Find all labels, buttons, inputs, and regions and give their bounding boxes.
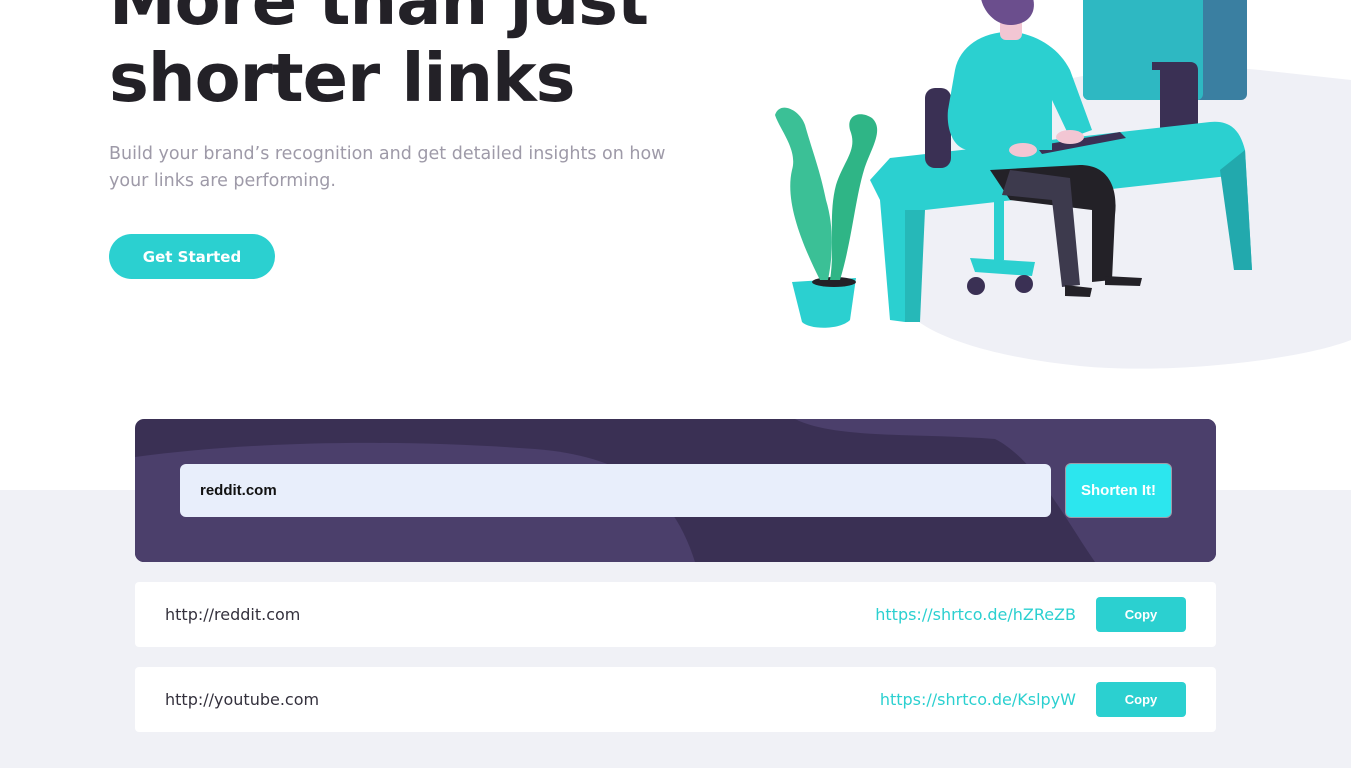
hero-subtitle: Build your brand’s recognition and get d… (109, 144, 666, 191)
result-row: http://reddit.com https://shrtco.de/hZRe… (135, 582, 1216, 647)
short-url-link[interactable]: https://shrtco.de/KslpyW (880, 667, 1076, 732)
copy-button[interactable]: Copy (1096, 597, 1186, 632)
copy-button[interactable]: Copy (1096, 682, 1186, 717)
original-url: http://reddit.com (165, 605, 301, 624)
short-url-link[interactable]: https://shrtco.de/hZReZB (875, 582, 1076, 647)
hero-title-line-2: shorter links (109, 39, 576, 117)
person-working-illustration (775, 0, 1351, 369)
url-input[interactable] (180, 464, 1051, 517)
page: More than just shorter links Build your … (0, 0, 1351, 768)
original-url: http://youtube.com (165, 690, 320, 709)
shorten-form: Shorten It! (135, 419, 1216, 562)
hero-title: More than just shorter links (109, 0, 749, 117)
hero-title-line-1: More than just (109, 0, 649, 40)
shorten-button[interactable]: Shorten It! (1065, 463, 1172, 518)
result-row: http://youtube.com https://shrtco.de/Ksl… (135, 667, 1216, 732)
get-started-button[interactable]: Get Started (109, 234, 275, 279)
